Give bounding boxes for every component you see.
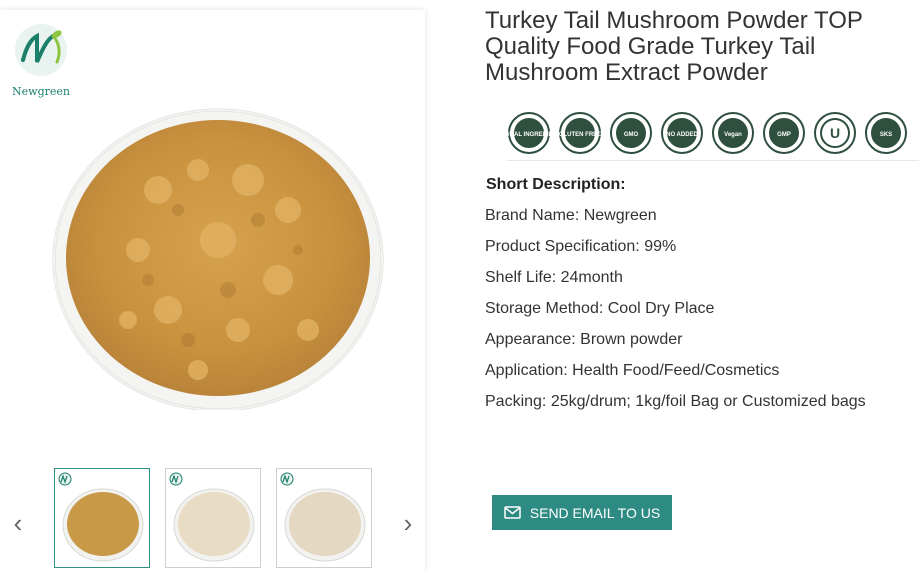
cert-text: GLUTEN FREE bbox=[559, 132, 601, 138]
prev-image-arrow[interactable]: ‹ bbox=[8, 508, 28, 539]
powder-dish-image bbox=[52, 108, 384, 410]
thumbnail-3[interactable] bbox=[276, 468, 372, 568]
newgreen-logo-icon bbox=[15, 24, 67, 76]
kosher-sks-badge-icon: SKS bbox=[864, 111, 908, 157]
envelope-icon bbox=[504, 506, 521, 519]
spec-appearance: Appearance: Brown powder bbox=[485, 331, 683, 348]
gluten-free-badge-icon: GLUTEN FREE bbox=[558, 111, 602, 157]
send-email-label: SEND EMAIL TO US bbox=[529, 504, 661, 521]
cert-text: Vegan bbox=[724, 132, 742, 138]
spec-shelf-life: Shelf Life: 24month bbox=[485, 269, 623, 286]
no-preservatives-badge-icon: NO ADDED bbox=[660, 111, 704, 157]
spec-packing: Packing: 25kg/drum; 1kg/foil Bag or Cust… bbox=[485, 393, 866, 410]
vegan-friendly-badge-icon: Vegan bbox=[711, 111, 755, 157]
product-gallery: Newgreen ‹ › bbox=[0, 10, 425, 571]
product-title: Turkey Tail Mushroom Powder TOP Quality … bbox=[485, 7, 863, 86]
spec-application: Application: Health Food/Feed/Cosmetics bbox=[485, 362, 780, 379]
thumbnail-1[interactable] bbox=[54, 468, 150, 568]
natural-ingredients-badge-icon: NATURAL INGREDIENTS bbox=[493, 111, 565, 157]
thumbnail-dish-image bbox=[62, 488, 144, 562]
thumb-powder bbox=[289, 492, 361, 556]
cert-text: U bbox=[830, 125, 840, 141]
spec-list: Brand Name: Newgreen Product Specificati… bbox=[485, 207, 866, 424]
main-product-image[interactable]: Newgreen bbox=[0, 10, 425, 460]
cert-text: GMO bbox=[624, 132, 639, 138]
product-details: Turkey Tail Mushroom Powder TOP Quality … bbox=[485, 0, 919, 571]
certification-badges: NATURAL INGREDIENTS GLUTEN FREE GMO NO ADDE… bbox=[493, 111, 919, 161]
thumbnail-2[interactable] bbox=[165, 468, 261, 568]
cert-text: GMP bbox=[777, 132, 791, 138]
gmp-certified-badge-icon: GMP bbox=[762, 111, 806, 157]
spec-brand-name: Brand Name: Newgreen bbox=[485, 207, 657, 224]
spec-storage-method: Storage Method: Cool Dry Place bbox=[485, 300, 715, 317]
next-image-arrow[interactable]: › bbox=[398, 508, 418, 539]
cert-text: SKS bbox=[880, 132, 892, 138]
thumb-powder bbox=[67, 492, 139, 556]
product-page: Newgreen ‹ › Turkey Tail Mushroom Powder… bbox=[0, 0, 919, 571]
spec-product-specification: Product Specification: 99% bbox=[485, 238, 677, 255]
non-gmo-badge-icon: GMO bbox=[609, 111, 653, 157]
send-email-button[interactable]: SEND EMAIL TO US bbox=[492, 495, 672, 530]
thumbnail-dish-image bbox=[284, 488, 366, 562]
cert-text: NATURAL INGREDIENTS bbox=[507, 132, 551, 138]
thumb-powder bbox=[178, 492, 250, 556]
short-description-label: Short Description: bbox=[486, 176, 626, 193]
thumbnail-strip: ‹ › bbox=[0, 468, 425, 571]
thumbnail-dish-image bbox=[173, 488, 255, 562]
cert-text: NO ADDED bbox=[666, 132, 698, 138]
kosher-u-badge-icon: U bbox=[813, 111, 857, 157]
